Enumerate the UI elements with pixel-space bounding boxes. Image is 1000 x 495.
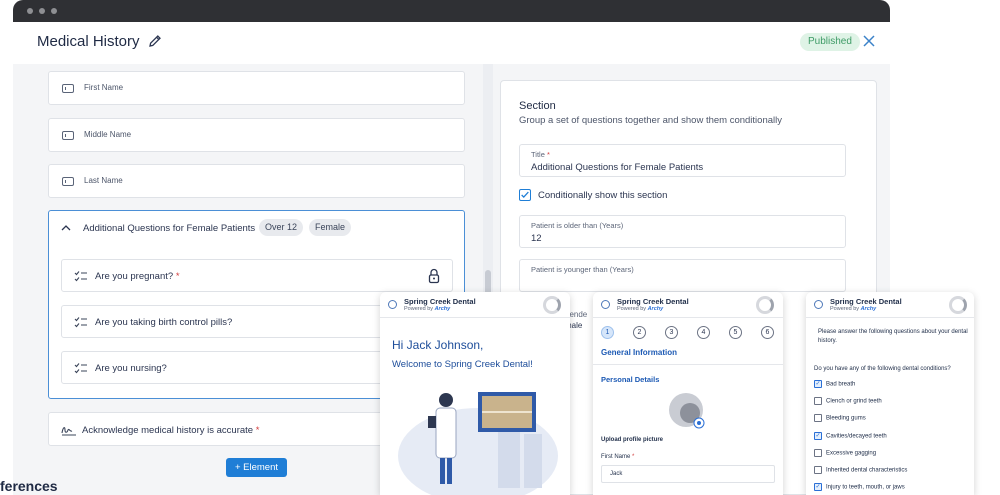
checkbox-checked[interactable] bbox=[814, 432, 822, 440]
personal-details-heading: Personal Details bbox=[601, 375, 660, 384]
step-indicator[interactable]: 3 bbox=[665, 326, 678, 339]
window-titlebar bbox=[13, 0, 890, 22]
greeting-text: Hi Jack Johnson, bbox=[392, 338, 484, 352]
text-field-icon bbox=[62, 84, 74, 93]
avatar-placeholder-icon[interactable] bbox=[668, 392, 708, 432]
field-label: First Name bbox=[84, 83, 124, 92]
add-element-button[interactable]: + Element bbox=[226, 458, 287, 477]
checklist-icon bbox=[74, 271, 87, 282]
doctor-illustration-icon bbox=[398, 392, 558, 495]
progress-ring-icon bbox=[756, 296, 774, 314]
older-than-value: 12 bbox=[531, 233, 542, 244]
dental-question: Do you have any of the following dental … bbox=[814, 366, 951, 372]
progress-ring-icon bbox=[543, 296, 561, 314]
step-indicator[interactable]: 5 bbox=[729, 326, 742, 339]
lock-icon[interactable] bbox=[428, 268, 440, 284]
window-dot-icon[interactable] bbox=[27, 8, 33, 14]
step-indicator[interactable]: 6 bbox=[761, 326, 774, 339]
checkbox-checked[interactable] bbox=[814, 483, 822, 491]
step-indicator[interactable]: 1 bbox=[601, 326, 614, 339]
chevron-up-icon[interactable] bbox=[61, 223, 71, 233]
tooth-logo-icon bbox=[601, 300, 610, 309]
window-dot-icon[interactable] bbox=[39, 8, 45, 14]
checkbox-unchecked[interactable] bbox=[814, 449, 822, 457]
edit-pencil-icon[interactable] bbox=[147, 33, 163, 49]
first-name-input[interactable]: Jack bbox=[601, 465, 775, 483]
younger-than-input[interactable]: Patient is younger than (Years) bbox=[519, 259, 846, 292]
properties-subtitle: Group a set of questions together and sh… bbox=[519, 115, 782, 126]
checkbox-checked[interactable] bbox=[814, 380, 822, 388]
preview-header: Spring Creek Dental Powered by Archy bbox=[380, 292, 570, 318]
app-header: Medical History Published bbox=[13, 22, 890, 64]
powered-by: Powered by Archy bbox=[830, 306, 877, 312]
preview-dental-history-screen: Spring Creek Dental Powered by Archy Ple… bbox=[806, 292, 974, 495]
acknowledge-label: Acknowledge medical history is accurate … bbox=[82, 425, 260, 436]
close-icon[interactable] bbox=[861, 33, 877, 49]
field-middle-name[interactable]: Middle Name bbox=[48, 118, 465, 152]
text-field-icon bbox=[62, 131, 74, 140]
checklist-icon bbox=[74, 317, 87, 328]
title-input-value: Additional Questions for Female Patients bbox=[531, 162, 704, 173]
powered-by: Powered by Archy bbox=[404, 306, 451, 312]
page-footer-fragment: ferences bbox=[0, 478, 58, 494]
dental-option[interactable]: Clench or grind teeth bbox=[814, 397, 882, 405]
preview-header: Spring Creek Dental Powered by Archy bbox=[593, 292, 783, 318]
divider bbox=[593, 364, 783, 365]
field-label: Middle Name bbox=[84, 130, 132, 139]
general-info-heading: General Information bbox=[601, 348, 678, 357]
dental-option[interactable]: Bleeding gums bbox=[814, 414, 866, 422]
check-icon bbox=[521, 191, 529, 198]
first-name-label: First Name * bbox=[601, 454, 635, 460]
conditional-checkbox-label: Conditionally show this section bbox=[538, 190, 668, 201]
tooth-logo-icon bbox=[388, 300, 397, 309]
progress-ring-icon bbox=[949, 296, 967, 314]
title-input[interactable]: Title * Additional Questions for Female … bbox=[519, 144, 846, 177]
title-input-label: Title * bbox=[531, 150, 550, 159]
checkbox-unchecked[interactable] bbox=[814, 397, 822, 405]
conditional-checkbox[interactable] bbox=[519, 189, 531, 201]
properties-heading: Section bbox=[519, 100, 556, 112]
window-dot-icon[interactable] bbox=[51, 8, 57, 14]
older-than-input[interactable]: Patient is older than (Years) 12 bbox=[519, 215, 846, 248]
preview-general-info-screen: Spring Creek Dental Powered by Archy 1 2… bbox=[593, 292, 783, 495]
younger-than-label: Patient is younger than (Years) bbox=[531, 265, 634, 274]
dental-option[interactable]: Bad breath bbox=[814, 380, 855, 388]
upload-picture-label: Upload profile picture bbox=[601, 437, 664, 443]
question-label: Are you nursing? bbox=[95, 363, 167, 374]
welcome-text: Welcome to Spring Creek Dental! bbox=[392, 359, 533, 370]
step-indicator[interactable]: 4 bbox=[697, 326, 710, 339]
checklist-icon bbox=[74, 363, 87, 374]
powered-by: Powered by Archy bbox=[617, 306, 664, 312]
step-indicator[interactable]: 2 bbox=[633, 326, 646, 339]
checkbox-unchecked[interactable] bbox=[814, 466, 822, 474]
checkbox-unchecked[interactable] bbox=[814, 414, 822, 422]
question-pregnant[interactable]: Are you pregnant? * bbox=[61, 259, 453, 292]
signature-icon bbox=[61, 427, 76, 436]
field-label: Last Name bbox=[84, 176, 123, 185]
older-than-label: Patient is older than (Years) bbox=[531, 221, 624, 230]
condition-chip-age: Over 12 bbox=[259, 219, 304, 236]
dental-option[interactable]: Inherited dental characteristics bbox=[814, 466, 907, 474]
preview-welcome-screen: Spring Creek Dental Powered by Archy Hi … bbox=[380, 292, 570, 495]
text-field-icon bbox=[62, 177, 74, 186]
tooth-logo-icon bbox=[814, 300, 823, 309]
question-label: Are you pregnant? * bbox=[95, 271, 180, 282]
preview-header: Spring Creek Dental Powered by Archy bbox=[806, 292, 974, 318]
dental-option[interactable]: Injury to teeth, mouth, or jaws bbox=[814, 483, 905, 491]
question-label: Are you taking birth control pills? bbox=[95, 317, 233, 328]
page-title: Medical History bbox=[37, 33, 140, 50]
practice-name: Spring Creek Dental bbox=[617, 297, 689, 306]
practice-name: Spring Creek Dental bbox=[404, 297, 476, 306]
status-badge: Published bbox=[800, 33, 860, 51]
section-title: Additional Questions for Female Patients bbox=[83, 223, 256, 234]
field-first-name[interactable]: First Name bbox=[48, 71, 465, 105]
field-last-name[interactable]: Last Name bbox=[48, 164, 465, 198]
dental-intro-text: Please answer the following questions ab… bbox=[818, 329, 968, 344]
dental-option[interactable]: Cavities/decayed teeth bbox=[814, 432, 887, 440]
practice-name: Spring Creek Dental bbox=[830, 297, 902, 306]
dental-option[interactable]: Excessive gagging bbox=[814, 449, 876, 457]
condition-chip-gender: Female bbox=[309, 219, 352, 236]
